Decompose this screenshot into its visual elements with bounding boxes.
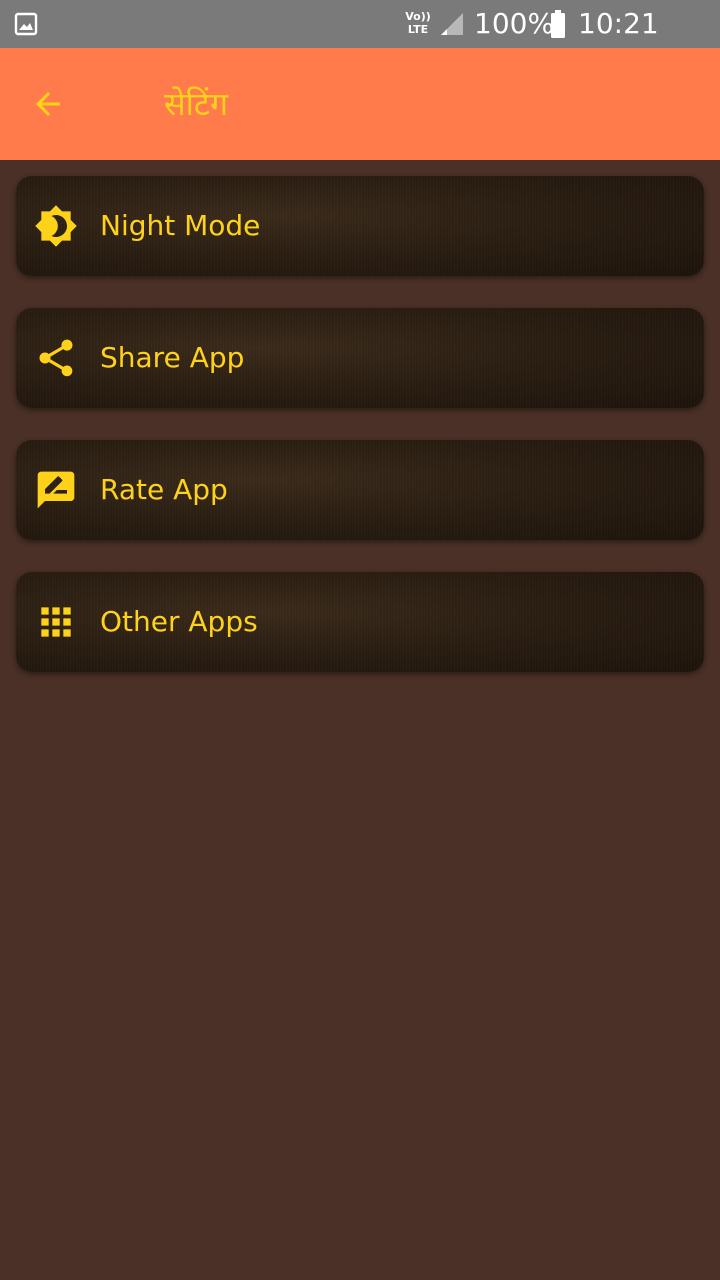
settings-list: Night Mode Share App Rate App Other Apps (16, 176, 704, 704)
gallery-icon (14, 12, 38, 36)
setting-night-mode[interactable]: Night Mode (16, 176, 704, 276)
setting-other-apps[interactable]: Other Apps (16, 572, 704, 672)
signal-icon (441, 13, 463, 35)
setting-share-app[interactable]: Share App (16, 308, 704, 408)
battery-percentage: 100% (474, 7, 555, 40)
setting-rate-app[interactable]: Rate App (16, 440, 704, 540)
setting-label: Rate App (100, 473, 228, 506)
setting-label: Other Apps (100, 605, 258, 638)
back-button[interactable] (20, 80, 76, 128)
rate-icon (37, 471, 75, 509)
status-bar: Vo)) LTE 100% 10:21 p.m. (0, 0, 720, 76)
arrow-left-icon (36, 92, 60, 116)
page-title: सेटिंग (164, 85, 229, 123)
share-icon (39, 339, 73, 377)
apps-grid-icon (41, 607, 71, 637)
setting-label: Night Mode (100, 209, 261, 242)
night-mode-icon (35, 205, 77, 247)
app-bar: सेटिंग (0, 48, 720, 160)
network-label: Vo)) LTE (405, 10, 431, 36)
setting-label: Share App (100, 341, 245, 374)
battery-icon (551, 10, 565, 38)
